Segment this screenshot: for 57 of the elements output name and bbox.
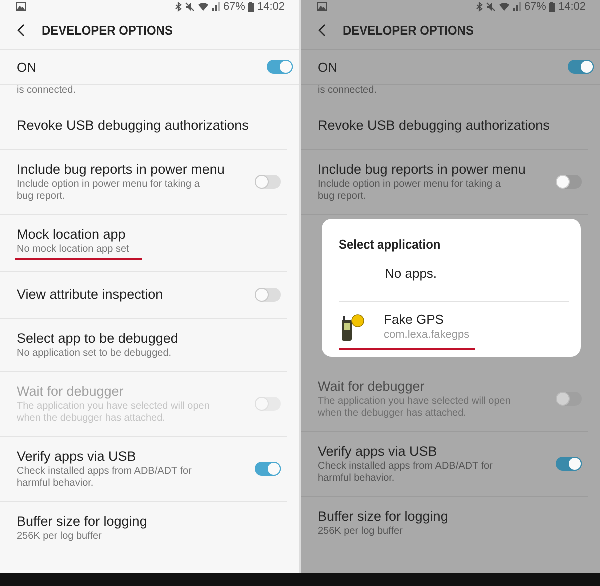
setting-summary: No mock location app set (17, 244, 130, 256)
clock: 14:02 (558, 0, 586, 12)
setting-title[interactable]: Verify apps via USB (17, 448, 217, 466)
setting-summary: 256K per log buffer (17, 531, 103, 543)
page-title: DEVELOPER OPTIONS (343, 23, 474, 38)
setting-title[interactable]: Include bug reports in power menu (17, 161, 225, 179)
master-switch[interactable] (568, 60, 594, 74)
mute-icon (185, 2, 196, 12)
setting-summary: Include option in power menu for taking a bug report. (318, 179, 502, 203)
clock: 14:02 (257, 0, 285, 12)
gallery-icon (317, 2, 327, 11)
setting-title[interactable]: Revoke USB debugging authorizations (318, 117, 550, 135)
toggle-switch[interactable] (255, 462, 281, 476)
toggle-switch[interactable] (556, 175, 582, 189)
setting-title[interactable]: Include bug reports in power menu (318, 161, 526, 179)
bluetooth-icon (476, 2, 484, 12)
setting-title[interactable]: Buffer size for logging (318, 508, 448, 526)
toggle-switch[interactable] (255, 175, 281, 189)
back-icon[interactable] (17, 24, 25, 37)
toggle-switch[interactable] (255, 288, 281, 302)
battery-percent: 67% (524, 0, 546, 12)
master-label: ON (318, 60, 338, 74)
summary-text: is connected. (17, 85, 77, 97)
toggle-switch[interactable] (556, 457, 582, 471)
master-label: ON (17, 60, 36, 74)
app-item[interactable]: Fake GPS com.lexa.fakegps (339, 312, 569, 353)
setting-summary: Include option in power menu for taking a bug report. (17, 179, 201, 203)
page-title: DEVELOPER OPTIONS (42, 23, 173, 38)
setting-summary: No application set to be debugged. (17, 348, 173, 360)
gallery-icon (16, 2, 26, 11)
empty-message: No apps. (385, 266, 438, 281)
app-package: com.lexa.fakegps (384, 328, 470, 343)
mute-icon (486, 2, 496, 12)
setting-title[interactable]: Select app to be debugged (17, 330, 178, 348)
bluetooth-icon (175, 2, 182, 12)
battery-percent: 67% (223, 0, 246, 12)
setting-summary: The application you have selected will open when the debugger has attached. (318, 396, 512, 420)
app-name: Fake GPS (384, 312, 445, 328)
master-switch[interactable] (267, 60, 293, 74)
setting-summary: Check installed apps from ADB/ADT for harmful behavior. (17, 466, 193, 490)
battery-icon (549, 2, 556, 12)
signal-icon (513, 2, 522, 11)
setting-title[interactable]: Buffer size for logging (17, 513, 148, 531)
battery-icon (248, 2, 254, 12)
setting-title[interactable]: Mock location app (17, 226, 142, 244)
setting-title[interactable]: Verify apps via USB (318, 443, 518, 461)
dialog-title: Select application (339, 237, 442, 252)
wifi-icon (499, 2, 510, 11)
setting-title[interactable]: Revoke USB debugging authorizations (17, 117, 249, 135)
wifi-icon (198, 2, 210, 11)
summary-text: is connected. (318, 85, 378, 97)
signal-icon (212, 2, 220, 11)
back-icon[interactable] (318, 24, 326, 37)
setting-summary: 256K per log buffer (318, 526, 404, 538)
setting-title[interactable]: View attribute inspection (17, 286, 164, 304)
gps-device-icon (339, 312, 365, 342)
setting-summary: Check installed apps from ADB/ADT for harmful behavior. (318, 461, 494, 485)
